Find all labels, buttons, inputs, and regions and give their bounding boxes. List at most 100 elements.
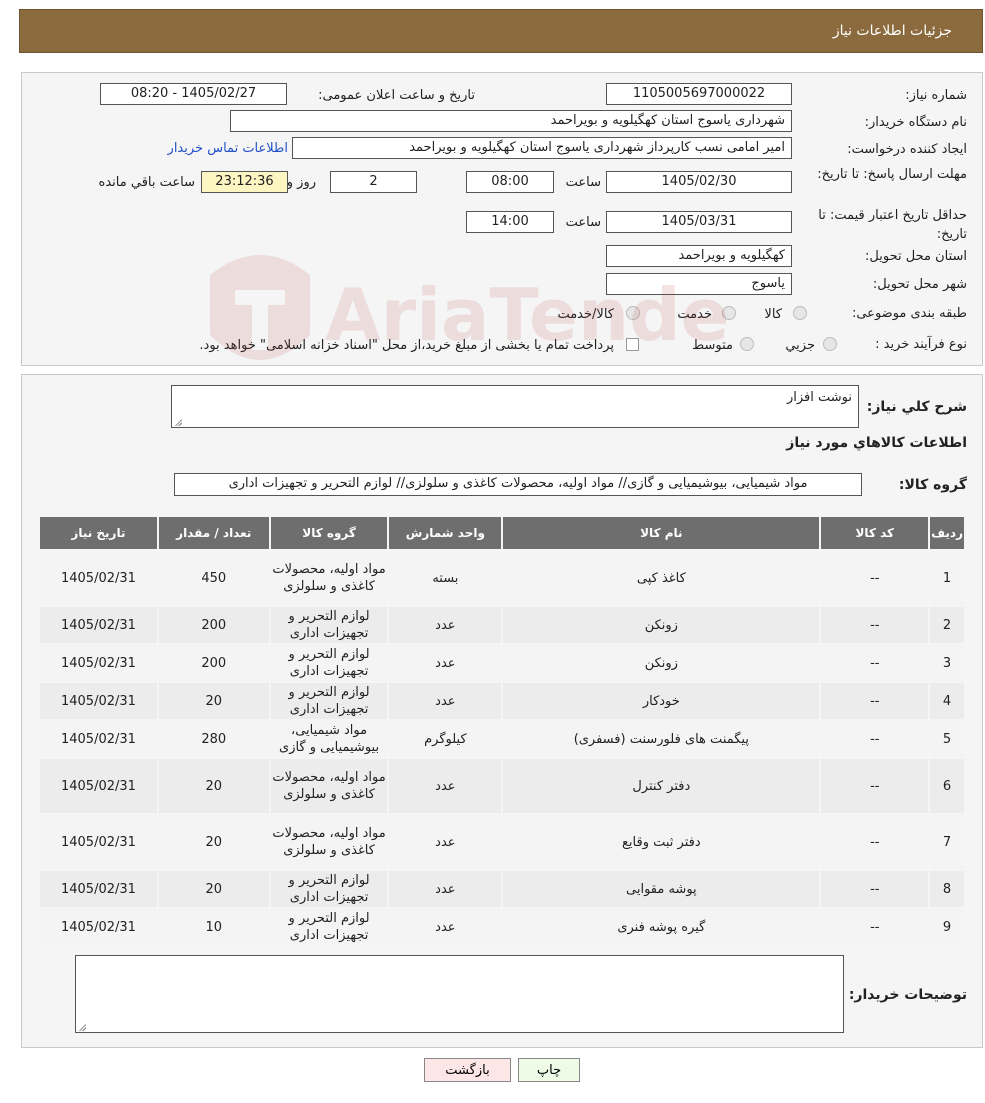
cell-code: -- (821, 909, 929, 945)
cell-unit: عدد (389, 683, 502, 719)
need-number-field: 1105005697000022 (606, 83, 792, 105)
col-quantity: تعداد / مقدار (158, 517, 269, 549)
province-label: استان محل تحویل: (865, 249, 967, 264)
cell-unit: عدد (389, 909, 502, 945)
requester-label: ایجاد کننده درخواست: (847, 142, 967, 157)
col-name: نام کالا (503, 517, 820, 549)
goods-info-title: اطلاعات کالاهاي مورد نياز (786, 435, 967, 451)
cell-name: خودکار (503, 683, 820, 719)
cell-name: دفتر کنترل (503, 759, 820, 813)
process-radio-minor[interactable] (823, 337, 837, 351)
description-textarea[interactable]: نوشت افزار (171, 385, 859, 428)
cell-unit: عدد (389, 607, 502, 643)
cell-code: -- (821, 815, 929, 869)
treasury-payment-note: پرداخت تمام یا بخشی از مبلغ خرید،از محل … (199, 338, 614, 353)
price-date-field: 1405/03/31 (606, 211, 792, 233)
col-group: گروه کالا (270, 517, 388, 549)
cell-group: لوازم التحرير و تجهيزات اداری (270, 645, 388, 681)
buyer-contact-link[interactable]: اطلاعات تماس خریدار (168, 141, 288, 156)
goods-table-header: ردیف کد کالا نام کالا واحد شمارش گروه کا… (40, 517, 964, 549)
cell-group: مواد اولیه، محصولات کاغذی و سلولزی (270, 759, 388, 813)
days-field: 2 (330, 171, 417, 193)
back-button[interactable]: بازگشت (424, 1058, 511, 1082)
need-number-label: شماره نیاز: (905, 88, 967, 103)
cell-code: -- (821, 645, 929, 681)
cell-date: 1405/02/31 (40, 683, 157, 719)
category-label: طبقه بندی موضوعی: (851, 306, 967, 321)
remaining-time-field: 23:12:36 (201, 171, 288, 193)
table-row: 2 -- زونکن عدد لوازم التحرير و تجهيزات ا… (40, 607, 964, 643)
treasury-payment-checkbox[interactable] (626, 338, 639, 351)
cell-code: -- (821, 683, 929, 719)
page-header: جزئیات اطلاعات نیاز (19, 9, 983, 53)
category-option-goods-service: کالا/خدمت (557, 307, 614, 322)
cell-quantity: 20 (158, 759, 269, 813)
col-date: تاریخ نیاز (40, 517, 157, 549)
category-option-service: خدمت (677, 307, 712, 322)
process-option-minor: جزیي (785, 338, 815, 353)
buyer-notes-textarea[interactable] (75, 955, 844, 1033)
cell-row: 8 (930, 871, 964, 907)
category-option-goods: کالا (764, 307, 782, 322)
print-button[interactable]: چاپ (518, 1058, 580, 1082)
cell-date: 1405/02/31 (40, 759, 157, 813)
cell-quantity: 280 (158, 721, 269, 757)
cell-name: زونکن (503, 607, 820, 643)
category-radio-goods-service[interactable] (626, 306, 640, 320)
resize-grip-icon[interactable] (174, 418, 182, 426)
cell-group: لوازم التحرير و تجهيزات اداری (270, 607, 388, 643)
cell-date: 1405/02/31 (40, 909, 157, 945)
page-title: جزئیات اطلاعات نیاز (832, 23, 952, 39)
cell-date: 1405/02/31 (40, 721, 157, 757)
cell-row: 5 (930, 721, 964, 757)
cell-quantity: 10 (158, 909, 269, 945)
col-unit: واحد شمارش (389, 517, 502, 549)
cell-row: 4 (930, 683, 964, 719)
cell-row: 7 (930, 815, 964, 869)
cell-name: پوشه مقوایی (503, 871, 820, 907)
cell-unit: عدد (389, 871, 502, 907)
price-time-field: 14:00 (466, 211, 554, 233)
cell-row: 9 (930, 909, 964, 945)
cell-group: لوازم التحرير و تجهيزات اداری (270, 871, 388, 907)
cell-code: -- (821, 551, 929, 605)
category-radio-service[interactable] (722, 306, 736, 320)
cell-row: 1 (930, 551, 964, 605)
cell-quantity: 450 (158, 551, 269, 605)
cell-name: زونکن (503, 645, 820, 681)
price-time-label: ساعت (565, 215, 601, 230)
table-row: 8 -- پوشه مقوایی عدد لوازم التحرير و تجه… (40, 871, 964, 907)
goods-table: ردیف کد کالا نام کالا واحد شمارش گروه کا… (38, 515, 966, 947)
cell-group: مواد شیمیایی، بیوشیمیایی و گازی (270, 721, 388, 757)
announce-label: تاریخ و ساعت اعلان عمومی: (318, 88, 475, 103)
cell-code: -- (821, 721, 929, 757)
reply-date-field: 1405/02/30 (606, 171, 792, 193)
cell-date: 1405/02/31 (40, 551, 157, 605)
cell-unit: عدد (389, 815, 502, 869)
reply-deadline-label: مهلت ارسال پاسخ: تا تاریخ: (817, 167, 967, 182)
cell-row: 6 (930, 759, 964, 813)
process-radio-medium[interactable] (740, 337, 754, 351)
cell-date: 1405/02/31 (40, 607, 157, 643)
cell-date: 1405/02/31 (40, 815, 157, 869)
cell-quantity: 200 (158, 607, 269, 643)
reply-time-label: ساعت (565, 175, 601, 190)
table-row: 5 -- پیگمنت های فلورسنت (فسفری) کیلوگرم … (40, 721, 964, 757)
buyer-org-label: نام دستگاه خریدار: (864, 115, 967, 130)
cell-quantity: 200 (158, 645, 269, 681)
table-row: 3 -- زونکن عدد لوازم التحرير و تجهيزات ا… (40, 645, 964, 681)
price-validity-label: حداقل تاریخ اعتبار قیمت: تا تاریخ: (818, 208, 967, 242)
cell-code: -- (821, 871, 929, 907)
table-row: 4 -- خودکار عدد لوازم التحرير و تجهيزات … (40, 683, 964, 719)
announce-field: 1405/02/27 - 08:20 (100, 83, 287, 105)
cell-quantity: 20 (158, 683, 269, 719)
category-radio-goods[interactable] (793, 306, 807, 320)
cell-row: 3 (930, 645, 964, 681)
resize-grip-icon[interactable] (78, 1023, 86, 1031)
cell-group: لوازم التحرير و تجهيزات اداری (270, 909, 388, 945)
cell-group: مواد اولیه، محصولات کاغذی و سلولزی (270, 551, 388, 605)
remaining-time-label: ساعت باقي مانده (98, 175, 195, 190)
table-row: 6 -- دفتر کنترل عدد مواد اولیه، محصولات … (40, 759, 964, 813)
cell-unit: بسته (389, 551, 502, 605)
table-row: 9 -- گیره پوشه فنری عدد لوازم التحرير و … (40, 909, 964, 945)
